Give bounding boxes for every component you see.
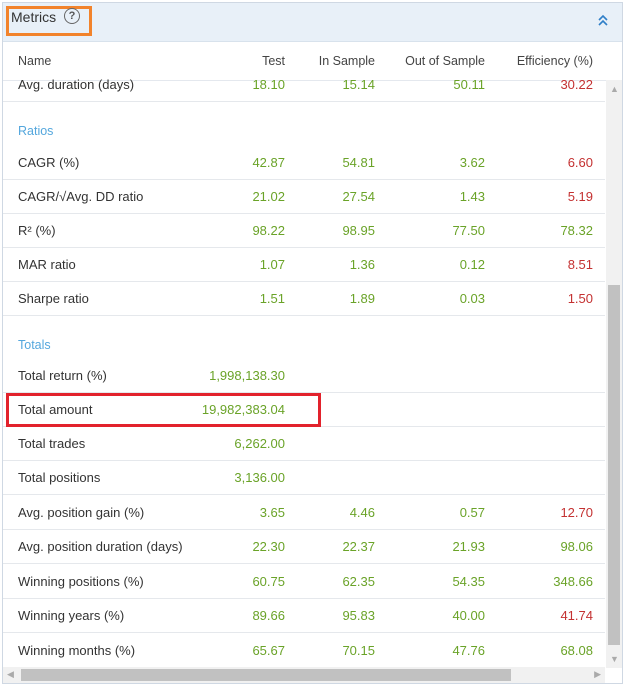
table-row[interactable]: Winning positions (%) 60.75 62.35 54.35 …: [3, 565, 605, 599]
horizontal-scrollbar[interactable]: ◀ ▶: [3, 667, 605, 683]
row-out-sample-value: 0.57: [459, 505, 485, 520]
row-name: Winning months (%): [18, 643, 136, 658]
scroll-down-icon[interactable]: ▼: [610, 654, 619, 664]
row-out-sample-value: 3.62: [459, 155, 485, 170]
row-in-sample-value: 4.46: [349, 505, 375, 520]
row-name: Total return (%): [18, 368, 107, 383]
row-name: CAGR (%): [18, 155, 80, 170]
row-name: Avg. position duration (days): [18, 539, 183, 554]
row-in-sample-value: 54.81: [342, 155, 375, 170]
row-in-sample-value: 1.36: [349, 257, 375, 272]
row-out-sample-value: 47.76: [452, 643, 485, 658]
row-out-sample-value: 54.35: [452, 574, 485, 589]
table-row[interactable]: Avg. duration (days) 18.10 15.14 50.11 3…: [3, 68, 605, 102]
row-efficiency-value: 30.22: [560, 77, 593, 92]
row-out-sample-value: 0.12: [459, 257, 485, 272]
table-row[interactable]: CAGR/√Avg. DD ratio 21.02 27.54 1.43 5.1…: [3, 180, 605, 214]
row-efficiency-value: 348.66: [553, 574, 593, 589]
table-row[interactable]: Winning months (%) 65.67 70.15 47.76 68.…: [3, 634, 605, 668]
row-in-sample-value: 95.83: [342, 608, 375, 623]
column-header-name[interactable]: Name: [18, 54, 51, 68]
row-name: Avg. duration (days): [18, 77, 135, 92]
row-efficiency-value: 98.06: [560, 539, 593, 554]
table-row[interactable]: R² (%) 98.22 98.95 77.50 78.32: [3, 214, 605, 248]
row-efficiency-value: 6.60: [567, 155, 593, 170]
row-efficiency-value: 8.51: [567, 257, 593, 272]
section-label-totals: Totals: [18, 338, 51, 352]
help-icon[interactable]: ?: [64, 8, 80, 24]
row-name: Avg. position gain (%): [18, 505, 145, 520]
table-row[interactable]: MAR ratio 1.07 1.36 0.12 8.51: [3, 248, 605, 282]
row-test-value: 6,262.00: [234, 436, 285, 451]
column-header-efficiency[interactable]: Efficiency (%): [517, 54, 593, 68]
table-row[interactable]: Avg. position duration (days) 22.30 22.3…: [3, 530, 605, 564]
row-out-sample-value: 50.11: [453, 77, 485, 92]
row-in-sample-value: 62.35: [342, 574, 375, 589]
table-row[interactable]: Winning years (%) 89.66 95.83 40.00 41.7…: [3, 599, 605, 633]
row-name: Total positions: [18, 470, 101, 485]
row-in-sample-value: 98.95: [342, 223, 375, 238]
vertical-scroll-thumb[interactable]: [608, 285, 620, 645]
row-out-sample-value: 1.43: [459, 189, 485, 204]
collapse-icon[interactable]: [596, 14, 610, 30]
row-efficiency-value: 5.19: [567, 189, 593, 204]
column-header-in-sample[interactable]: In Sample: [319, 54, 375, 68]
row-name: Sharpe ratio: [18, 291, 89, 306]
vertical-scrollbar[interactable]: ▲ ▼: [606, 80, 622, 668]
row-out-sample-value: 0.03: [459, 291, 485, 306]
table-row[interactable]: Total positions 3,136.00: [3, 461, 605, 495]
scroll-left-icon[interactable]: ◀: [7, 669, 14, 680]
row-efficiency-value: 41.74: [560, 608, 593, 623]
row-name: Total trades: [18, 436, 86, 451]
row-in-sample-value: 1.89: [349, 291, 375, 306]
table-row[interactable]: Avg. position gain (%) 3.65 4.46 0.57 12…: [3, 496, 605, 530]
row-out-sample-value: 77.50: [452, 223, 485, 238]
table-row[interactable]: CAGR (%) 42.87 54.81 3.62 6.60: [3, 146, 605, 180]
row-test-value: 3,136.00: [234, 470, 285, 485]
scroll-right-icon[interactable]: ▶: [594, 669, 601, 680]
row-name: R² (%): [18, 223, 56, 238]
row-efficiency-value: 1.50: [567, 291, 593, 306]
table-row[interactable]: Sharpe ratio 1.51 1.89 0.03 1.50: [3, 282, 605, 316]
row-efficiency-value: 12.70: [560, 505, 593, 520]
row-name: Winning years (%): [18, 608, 125, 623]
row-efficiency-value: 68.08: [560, 643, 593, 658]
metrics-panel: Metrics ? Name Test In Sample Out of Sam…: [2, 2, 623, 684]
table-row[interactable]: Total return (%) 1,998,138.30: [3, 359, 605, 393]
row-out-sample-value: 40.00: [452, 608, 485, 623]
row-in-sample-value: 22.37: [342, 539, 375, 554]
row-name: Winning positions (%): [18, 574, 144, 589]
column-header-test[interactable]: Test: [262, 54, 285, 68]
column-header-out-of-sample[interactable]: Out of Sample: [405, 54, 485, 68]
horizontal-scroll-thumb[interactable]: [21, 669, 511, 681]
row-name: CAGR/√Avg. DD ratio: [18, 189, 144, 204]
total-amount-highlight: [6, 393, 321, 427]
panel-title: Metrics: [11, 9, 57, 25]
table-row[interactable]: Total trades 6,262.00: [3, 427, 605, 461]
row-in-sample-value: 15.14: [342, 77, 375, 92]
row-in-sample-value: 27.54: [342, 189, 375, 204]
row-out-sample-value: 21.93: [452, 539, 485, 554]
panel-header[interactable]: Metrics ?: [3, 3, 622, 42]
row-name: MAR ratio: [18, 257, 76, 272]
row-test-value: 1,998,138.30: [209, 368, 285, 383]
section-label-ratios: Ratios: [18, 124, 54, 138]
scroll-up-icon[interactable]: ▲: [610, 84, 619, 94]
row-in-sample-value: 70.15: [342, 643, 375, 658]
row-efficiency-value: 78.32: [560, 223, 593, 238]
